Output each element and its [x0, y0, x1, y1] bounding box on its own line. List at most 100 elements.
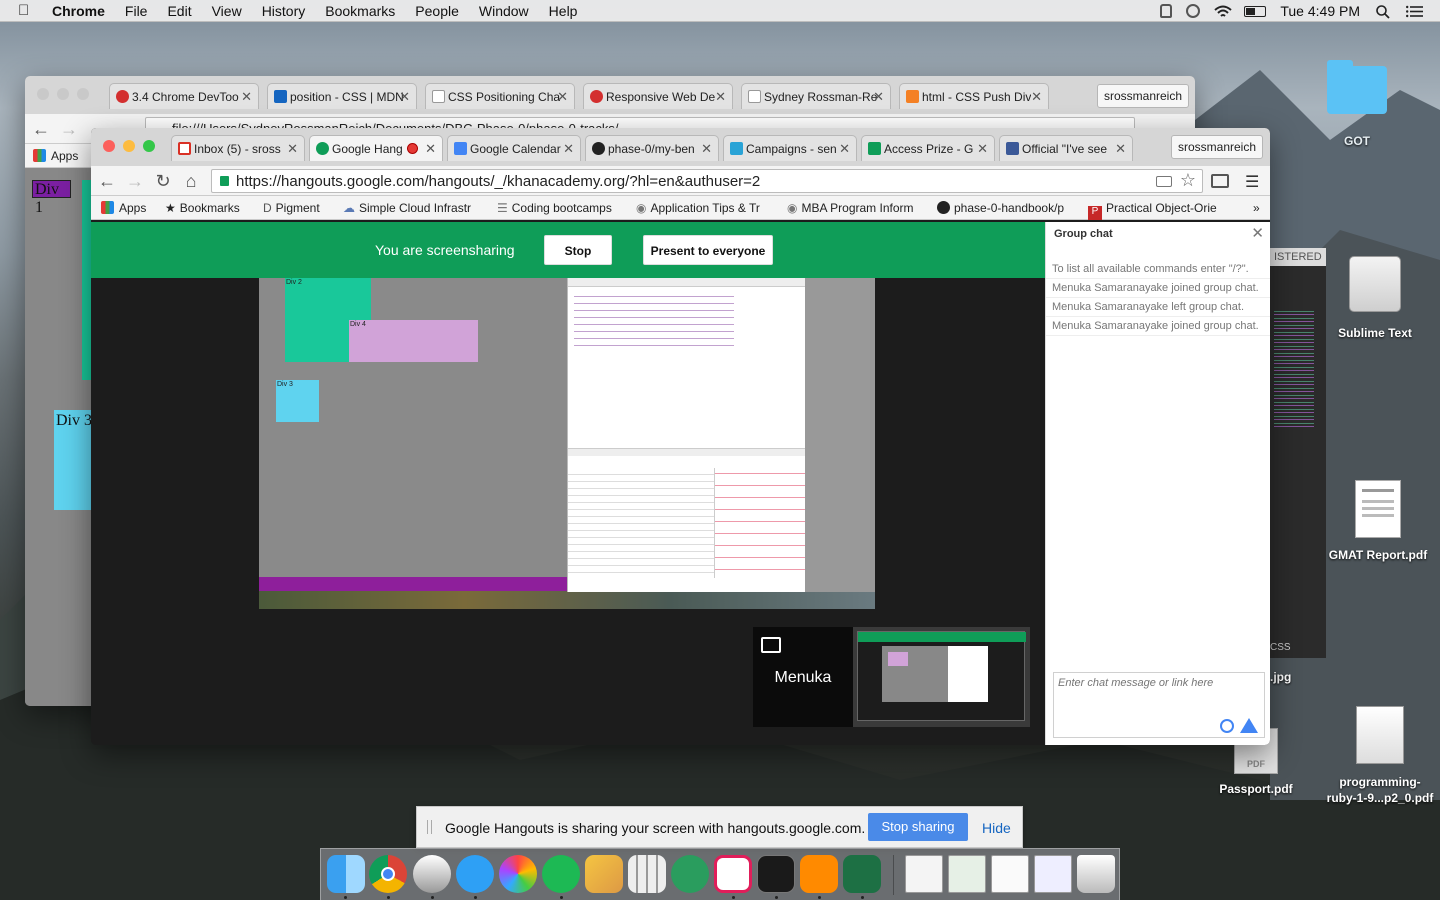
excel-icon[interactable] [843, 855, 881, 893]
desktop-file-ruby[interactable]: programming-ruby-1-9...p2_0.pdf [1320, 706, 1440, 806]
reload-icon[interactable]: ↻ [153, 171, 173, 191]
back-tab-5[interactable]: html - CSS Push Div ✕ [899, 83, 1049, 109]
profile-button[interactable]: srossmanreich [1097, 84, 1190, 108]
present-to-everyone-button[interactable]: Present to everyone [643, 235, 773, 265]
forward-arrow-icon[interactable]: → [59, 119, 79, 139]
battery-icon[interactable] [1244, 5, 1267, 17]
hide-notification-link[interactable]: Hide [982, 820, 1011, 836]
tab-close-icon[interactable]: ✕ [715, 89, 726, 105]
tab-close-icon[interactable]: ✕ [425, 141, 436, 157]
google-drive-icon[interactable] [1240, 718, 1258, 733]
wifi-icon[interactable] [1214, 5, 1233, 17]
back-tab-3[interactable]: Responsive Web De ✕ [583, 83, 733, 109]
bookmark-phase0-handbook[interactable]: phase-0-handbook/p [937, 201, 1073, 215]
menu-window[interactable]: Window [479, 3, 529, 19]
desktop-app-sublime[interactable]: Sublime Text [1330, 256, 1420, 340]
front-tab-1[interactable]: Google Hang ✕ [309, 135, 443, 161]
menu-people[interactable]: People [415, 3, 459, 19]
chrome-icon[interactable] [369, 855, 407, 893]
minimized-window-icon[interactable] [1034, 855, 1072, 893]
tab-close-icon[interactable]: ✕ [563, 141, 574, 157]
front-tab-4[interactable]: Campaigns - sen ✕ [723, 135, 857, 161]
close-chat-icon[interactable]: ✕ [1251, 224, 1264, 242]
tab-close-icon[interactable]: ✕ [241, 89, 252, 105]
participant-tile-self[interactable] [853, 627, 1030, 727]
minimized-window-icon[interactable] [948, 855, 986, 893]
minimized-window-icon[interactable] [991, 855, 1029, 893]
menu-help[interactable]: Help [549, 3, 578, 19]
skitch-icon[interactable] [413, 855, 451, 893]
background-editor-window[interactable]: ISTERED CSS [1266, 248, 1326, 658]
profile-button[interactable]: srossmanreich [1171, 135, 1264, 159]
notification-center-icon[interactable] [1406, 5, 1423, 18]
cast-icon[interactable] [1211, 174, 1229, 188]
menu-view[interactable]: View [212, 3, 242, 19]
front-tab-0[interactable]: Inbox (5) - sross ✕ [171, 135, 305, 161]
menu-file[interactable]: File [125, 3, 148, 19]
terminal-icon[interactable] [757, 855, 795, 893]
sublime-text-icon[interactable] [800, 855, 838, 893]
forward-arrow-icon[interactable]: → [125, 171, 145, 191]
menubar-clock[interactable]: Tue 4:49 PM [1280, 3, 1360, 19]
menu-history[interactable]: History [262, 3, 306, 19]
spotify-icon[interactable] [542, 855, 580, 893]
photos-icon[interactable] [499, 855, 537, 893]
tab-close-icon[interactable]: ✕ [873, 89, 884, 105]
atom-icon[interactable] [671, 855, 709, 893]
pencil-app-icon[interactable] [585, 855, 623, 893]
stop-screenshare-button[interactable]: Stop [544, 235, 612, 265]
sync-icon[interactable] [1186, 4, 1201, 18]
tab-close-icon[interactable]: ✕ [557, 89, 568, 105]
tab-close-icon[interactable]: ✕ [1115, 141, 1126, 157]
back-arrow-icon[interactable]: ← [97, 171, 117, 191]
back-tab-1[interactable]: position - CSS | MDN ✕ [267, 83, 417, 109]
bookmark-bookmarks[interactable]: ★ Bookmarks [165, 201, 240, 215]
minimize-window-button[interactable] [57, 88, 69, 100]
spotlight-search-icon[interactable] [1376, 5, 1392, 19]
zoom-window-button[interactable] [143, 140, 155, 152]
camera-blocked-icon[interactable] [1156, 176, 1172, 187]
front-tab-2[interactable]: Google Calendar ✕ [447, 135, 581, 161]
tab-close-icon[interactable]: ✕ [839, 141, 850, 157]
bookmark-application-tips[interactable]: ◉ Application Tips & Tr [636, 201, 774, 215]
bookmark-pigment[interactable]: D Pigment [263, 201, 320, 215]
close-window-button[interactable] [37, 88, 49, 100]
menu-app-name[interactable]: Chrome [52, 3, 105, 19]
tab-close-icon[interactable]: ✕ [287, 141, 298, 157]
back-tab-0[interactable]: 3.4 Chrome DevToo ✕ [109, 83, 259, 109]
calculator-icon[interactable] [628, 855, 666, 893]
finder-icon[interactable] [327, 855, 365, 893]
participant-tile-menuka[interactable]: Menuka [753, 627, 853, 727]
front-tab-5[interactable]: Access Prize - G ✕ [861, 135, 995, 161]
zoom-window-button[interactable] [77, 88, 89, 100]
desktop-folder-got[interactable]: GOT [1322, 60, 1392, 148]
chrome-menu-icon[interactable]: ☰ [1245, 172, 1259, 192]
url-bar[interactable]: https://hangouts.google.com/hangouts/_/k… [211, 169, 1203, 193]
bookmarks-overflow-icon[interactable]: » [1253, 201, 1260, 215]
home-icon[interactable]: ⌂ [181, 171, 201, 191]
bookmark-mba[interactable]: ◉ MBA Program Inform [787, 201, 923, 215]
front-chrome-window[interactable]: Inbox (5) - sross ✕ Google Hang ✕ Google… [91, 128, 1270, 745]
desktop-file-gmat[interactable]: GMAT Report.pdf [1322, 480, 1434, 562]
emoji-icon[interactable] [1220, 719, 1234, 733]
bookmark-practical-oo[interactable]: P Practical Object-Orie [1088, 201, 1224, 220]
bookmark-apps[interactable]: Apps [101, 201, 146, 215]
bookmark-cloud[interactable]: ☁ Simple Cloud Infrastr [343, 201, 483, 215]
menu-edit[interactable]: Edit [167, 3, 191, 19]
messages-icon[interactable] [456, 855, 494, 893]
bookmark-star-icon[interactable]: ☆ [1180, 170, 1196, 191]
back-tab-4[interactable]: Sydney Rossman-Re ✕ [741, 83, 891, 109]
tab-close-icon[interactable]: ✕ [977, 141, 988, 157]
bookmark-apps[interactable]: Apps [33, 149, 78, 163]
apple-menu-icon[interactable]:  [18, 2, 38, 19]
back-tab-2[interactable]: CSS Positioning Cha ✕ [425, 83, 575, 109]
front-tab-6[interactable]: Official "I've see ✕ [999, 135, 1133, 161]
menu-bookmarks[interactable]: Bookmarks [325, 3, 395, 19]
slack-icon[interactable] [714, 855, 752, 893]
minimize-window-button[interactable] [123, 140, 135, 152]
bookmark-coding-bootcamps[interactable]: ☰ Coding bootcamps [497, 201, 612, 215]
tab-close-icon[interactable]: ✕ [399, 89, 410, 105]
lock-icon[interactable] [1160, 4, 1173, 18]
close-window-button[interactable] [103, 140, 115, 152]
back-arrow-icon[interactable]: ← [31, 119, 51, 139]
